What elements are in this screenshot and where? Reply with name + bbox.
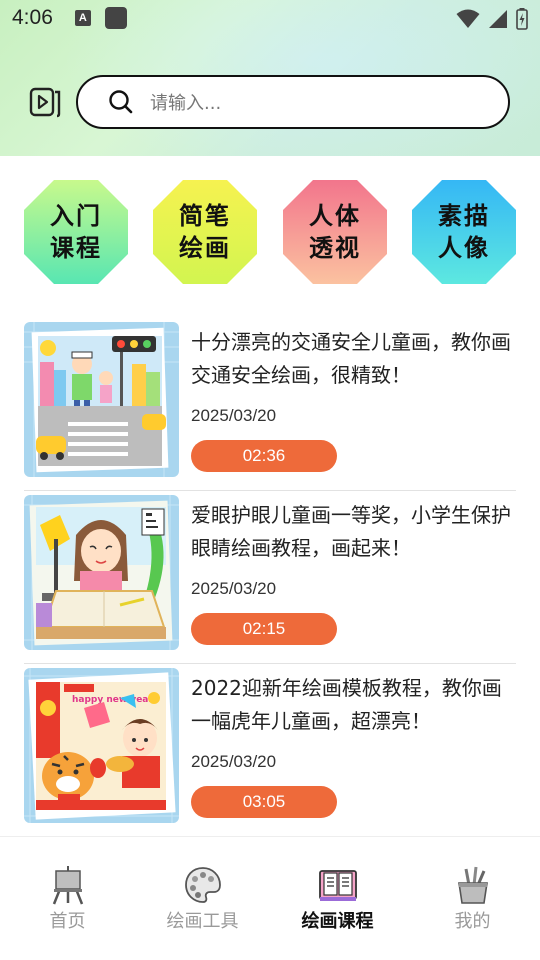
thumbnail-caption: happy new year xyxy=(72,695,153,705)
video-thumbnail[interactable] xyxy=(24,322,179,477)
search-input[interactable]: 请输入... xyxy=(76,75,510,129)
easel-icon xyxy=(52,866,83,905)
video-duration-badge: 02:15 xyxy=(191,613,337,645)
video-date: 2025/03/20 xyxy=(191,579,277,598)
nav-label: 绘画工具 xyxy=(166,911,239,932)
nav-home[interactable]: 首页 xyxy=(0,865,135,935)
category-label: 素描人像 xyxy=(438,202,490,262)
video-title: 2022迎新年绘画模板教程，教你画一幅虎年儿童画，超漂亮！ xyxy=(191,676,502,733)
wifi-icon xyxy=(456,9,480,28)
category-label: 简笔绘画 xyxy=(179,202,231,262)
nav-label: 绘画课程 xyxy=(301,911,374,932)
traffic-safety-drawing xyxy=(24,322,179,477)
category-intro-course[interactable]: 入门课程 xyxy=(22,178,130,286)
bottom-nav: 首页 绘画工具 绘画课程 我的 xyxy=(0,836,540,960)
video-title: 十分漂亮的交通安全儿童画，教你画交通安全绘画，很精致！ xyxy=(191,330,511,387)
category-label: 入门课程 xyxy=(50,202,102,262)
video-thumbnail[interactable]: happy new year xyxy=(24,668,179,823)
notification-a-icon: A xyxy=(74,10,91,26)
search-placeholder: 请输入... xyxy=(150,93,222,114)
list-item[interactable]: 爱眼护眼儿童画一等奖，小学生保护眼睛绘画教程，画起来！ 2025/03/20 0… xyxy=(24,491,516,664)
eye-care-drawing xyxy=(24,495,179,650)
video-duration-badge: 02:36 xyxy=(191,440,337,472)
category-body-perspective[interactable]: 人体透视 xyxy=(281,178,389,286)
category-label: 人体透视 xyxy=(309,202,361,262)
video-thumbnail[interactable] xyxy=(24,495,179,650)
list-item[interactable]: happy new year 2022迎新年绘画模板教程，教你画一幅虎年儿童画，… xyxy=(24,664,516,837)
book-icon xyxy=(318,870,357,901)
nav-drawing-course[interactable]: 绘画课程 xyxy=(270,865,405,935)
video-library-button[interactable] xyxy=(29,86,61,118)
notification-square-icon xyxy=(104,7,127,29)
video-list: 十分漂亮的交通安全儿童画，教你画交通安全绘画，很精致！ 2025/03/20 0… xyxy=(24,318,516,837)
palette-icon xyxy=(184,867,221,903)
status-right xyxy=(456,8,528,30)
search-icon xyxy=(109,90,133,114)
category-simple-drawing[interactable]: 简笔绘画 xyxy=(151,178,259,286)
nav-drawing-tools[interactable]: 绘画工具 xyxy=(135,865,270,935)
new-year-tiger-drawing: happy new year xyxy=(24,668,179,823)
video-date: 2025/03/20 xyxy=(191,752,277,771)
nav-mine[interactable]: 我的 xyxy=(405,865,540,935)
battery-icon xyxy=(516,8,528,30)
pencil-cup-icon xyxy=(457,866,488,904)
nav-label: 我的 xyxy=(454,911,491,932)
status-bar: 4:06 A xyxy=(0,0,540,36)
category-row: 入门课程 简笔绘画 人体透视 素描人像 xyxy=(0,178,540,290)
list-item[interactable]: 十分漂亮的交通安全儿童画，教你画交通安全绘画，很精致！ 2025/03/20 0… xyxy=(24,318,516,491)
header: 4:06 A 请输入... xyxy=(0,0,540,156)
status-time: 4:06 xyxy=(12,6,53,29)
category-sketch-portrait[interactable]: 素描人像 xyxy=(410,178,518,286)
video-duration-badge: 03:05 xyxy=(191,786,337,818)
video-date: 2025/03/20 xyxy=(191,406,277,425)
signal-icon xyxy=(489,10,507,28)
nav-label: 首页 xyxy=(49,911,86,932)
video-title: 爱眼护眼儿童画一等奖，小学生保护眼睛绘画教程，画起来！ xyxy=(191,503,511,560)
video-play-icon xyxy=(29,87,61,118)
